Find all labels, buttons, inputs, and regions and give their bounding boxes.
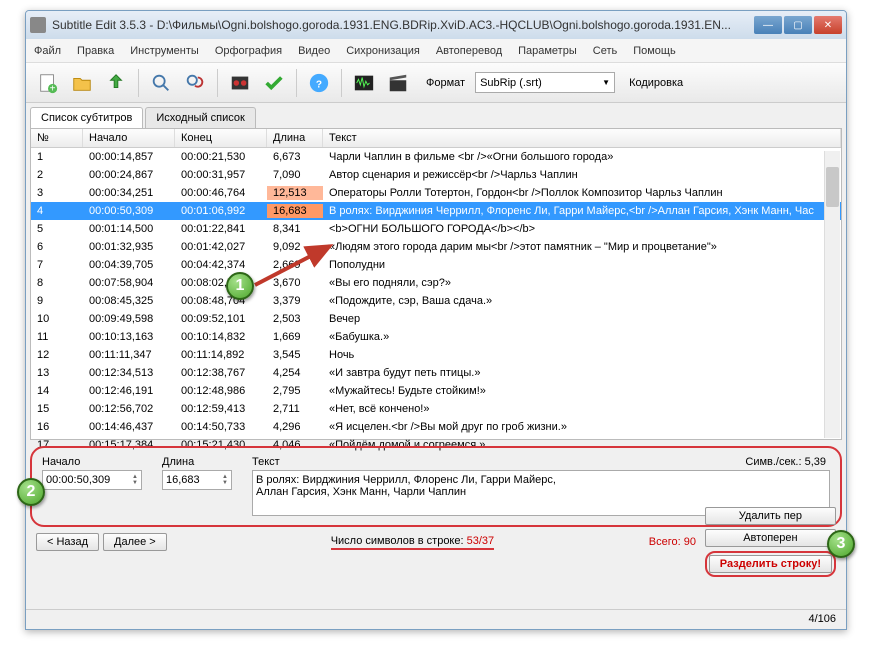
start-input[interactable]: 00:00:50,309▲▼: [42, 470, 142, 490]
start-label: Начало: [42, 456, 142, 468]
table-row[interactable]: 1600:14:46,43700:14:50,7334,296«Я исцеле…: [31, 418, 841, 436]
table-row[interactable]: 100:00:14,85700:00:21,5306,673Чарли Чапл…: [31, 148, 841, 166]
statusbar: 4/106: [26, 609, 846, 629]
svg-text:+: +: [50, 83, 56, 94]
autobreak-button[interactable]: Автоперен: [705, 529, 836, 547]
scroll-thumb[interactable]: [826, 167, 839, 207]
char-count: Число символов в строке: 53/37: [331, 535, 494, 550]
annotation-3: 3: [827, 530, 855, 558]
col-num[interactable]: №: [31, 129, 83, 147]
table-row[interactable]: 700:04:39,70500:04:42,3742,669Пополудни: [31, 256, 841, 274]
help-icon[interactable]: ?: [305, 69, 333, 97]
menu-net[interactable]: Сеть: [593, 45, 617, 57]
grid-header: № Начало Конец Длина Текст: [31, 129, 841, 148]
table-row[interactable]: 1400:12:46,19100:12:48,9862,795«Мужайтес…: [31, 382, 841, 400]
video-icon[interactable]: [226, 69, 254, 97]
dur-label: Длина: [162, 456, 232, 468]
maximize-button[interactable]: ▢: [784, 16, 812, 34]
tab-subtitle-list[interactable]: Список субтитров: [30, 107, 143, 128]
search-icon[interactable]: [147, 69, 175, 97]
table-row[interactable]: 200:00:24,86700:00:31,9577,090Автор сцен…: [31, 166, 841, 184]
tab-source-list[interactable]: Исходный список: [145, 107, 255, 128]
close-button[interactable]: ✕: [814, 16, 842, 34]
scrollbar[interactable]: [824, 151, 840, 438]
col-start[interactable]: Начало: [83, 129, 175, 147]
annotation-2: 2: [17, 478, 45, 506]
total-count: Всего: 90: [649, 536, 696, 548]
check-icon[interactable]: [260, 69, 288, 97]
subtitle-grid[interactable]: № Начало Конец Длина Текст 100:00:14,857…: [30, 128, 842, 440]
menu-edit[interactable]: Правка: [77, 45, 114, 57]
table-row[interactable]: 1100:10:13,16300:10:14,8321,669«Бабушка.…: [31, 328, 841, 346]
back-button[interactable]: < Назад: [36, 533, 99, 551]
toolbar: + ? Формат SubRip (.srt)▼ Кодировка: [26, 63, 846, 103]
menu-file[interactable]: Файл: [34, 45, 61, 57]
minimize-button[interactable]: —: [754, 16, 782, 34]
dur-input[interactable]: 16,683▲▼: [162, 470, 232, 490]
text-label: Текст: [252, 456, 830, 468]
col-text[interactable]: Текст: [323, 129, 841, 147]
table-row[interactable]: 1300:12:34,51300:12:38,7674,254«И завтра…: [31, 364, 841, 382]
format-combo[interactable]: SubRip (.srt)▼: [475, 72, 615, 93]
split-button[interactable]: Разделить строку!: [709, 555, 832, 573]
table-row[interactable]: 600:01:32,93500:01:42,0279,092«Людям это…: [31, 238, 841, 256]
split-frame: Разделить строку!: [705, 551, 836, 577]
table-row[interactable]: 400:00:50,30900:01:06,99216,683В ролях: …: [31, 202, 841, 220]
table-row[interactable]: 800:07:58,90400:08:02,5743,670«Вы его по…: [31, 274, 841, 292]
replace-icon[interactable]: [181, 69, 209, 97]
format-label: Формат: [426, 77, 465, 89]
menu-sync[interactable]: Сихронизация: [346, 45, 420, 57]
encoding-label: Кодировка: [629, 77, 683, 89]
table-row[interactable]: 1200:11:11,34700:11:14,8923,545Ночь: [31, 346, 841, 364]
col-end[interactable]: Конец: [175, 129, 267, 147]
annotation-1: 1: [226, 272, 254, 300]
delete-button[interactable]: Удалить пер: [705, 507, 836, 525]
table-row[interactable]: 500:01:14,50000:01:22,8418,341<b>ОГНИ БО…: [31, 220, 841, 238]
table-row[interactable]: 1500:12:56,70200:12:59,4132,711«Нет, всё…: [31, 400, 841, 418]
clapper-icon[interactable]: [384, 69, 412, 97]
menu-spell[interactable]: Орфография: [215, 45, 282, 57]
new-icon[interactable]: +: [34, 69, 62, 97]
menu-video[interactable]: Видео: [298, 45, 330, 57]
cps-label: Симв./сек.: 5,39: [745, 456, 826, 468]
table-row[interactable]: 1000:09:49,59800:09:52,1012,503Вечер: [31, 310, 841, 328]
menu-tools[interactable]: Инструменты: [130, 45, 199, 57]
app-icon: [30, 17, 46, 33]
open-icon[interactable]: [68, 69, 96, 97]
table-row[interactable]: 900:08:45,32500:08:48,7043,379«Подождите…: [31, 292, 841, 310]
window-title: Subtitle Edit 3.5.3 - D:\Фильмы\Ogni.bol…: [52, 18, 752, 32]
menu-translate[interactable]: Автоперевод: [436, 45, 502, 57]
next-button[interactable]: Далее >: [103, 533, 167, 551]
save-icon[interactable]: [102, 69, 130, 97]
waveform-icon[interactable]: [350, 69, 378, 97]
menubar: Файл Правка Инструменты Орфография Видео…: [26, 39, 846, 63]
col-dur[interactable]: Длина: [267, 129, 323, 147]
svg-text:?: ?: [316, 79, 322, 90]
menu-params[interactable]: Параметры: [518, 45, 577, 57]
table-row[interactable]: 300:00:34,25100:00:46,76412,513Операторы…: [31, 184, 841, 202]
menu-help[interactable]: Помощь: [633, 45, 676, 57]
titlebar: Subtitle Edit 3.5.3 - D:\Фильмы\Ogni.bol…: [26, 11, 846, 39]
tab-strip: Список субтитров Исходный список: [26, 103, 846, 128]
